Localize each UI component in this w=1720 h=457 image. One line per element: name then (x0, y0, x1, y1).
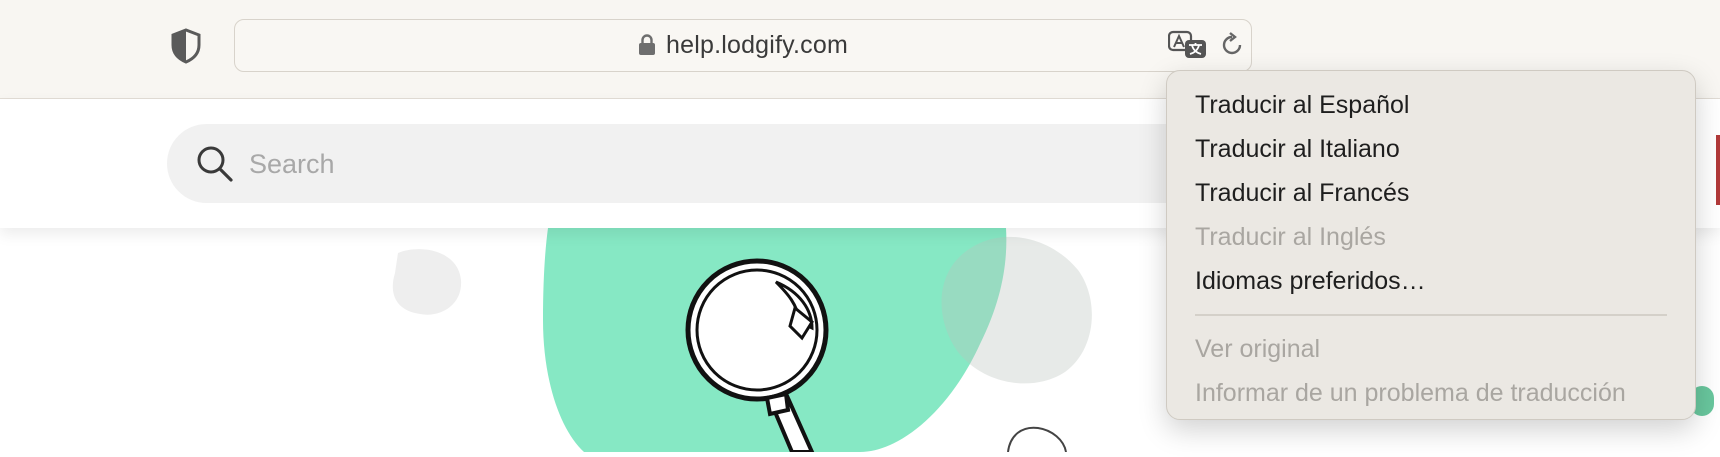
menu-item-view-original: Ver original (1195, 335, 1321, 363)
lock-icon (638, 34, 656, 56)
translate-icon[interactable] (1167, 30, 1208, 60)
menu-separator (1195, 314, 1667, 316)
menu-item-translate-italian[interactable]: Traducir al Italiano (1167, 127, 1695, 171)
url-text: help.lodgify.com (666, 30, 848, 59)
menu-item-report-problem: Informar de un problema de traducción (1195, 379, 1626, 407)
side-accent (1716, 135, 1720, 205)
menu-item-translate-english: Traducir al Inglés (1195, 223, 1386, 251)
address-bar[interactable]: help.lodgify.com (234, 19, 1252, 72)
menu-item-translate-spanish[interactable]: Traducir al Español (1167, 83, 1695, 127)
reload-icon[interactable] (1219, 32, 1245, 58)
privacy-shield-icon[interactable] (170, 28, 202, 64)
outline-shape (1007, 426, 1067, 453)
menu-item-translate-french[interactable]: Traducir al Francés (1167, 171, 1695, 215)
translate-menu: Traducir al Español Traducir al Italiano… (1166, 70, 1696, 420)
search-icon (195, 144, 235, 184)
menu-item-preferred-languages[interactable]: Idiomas preferidos… (1167, 259, 1695, 303)
search-input[interactable] (247, 142, 1151, 186)
grey-blob-small (392, 249, 462, 315)
